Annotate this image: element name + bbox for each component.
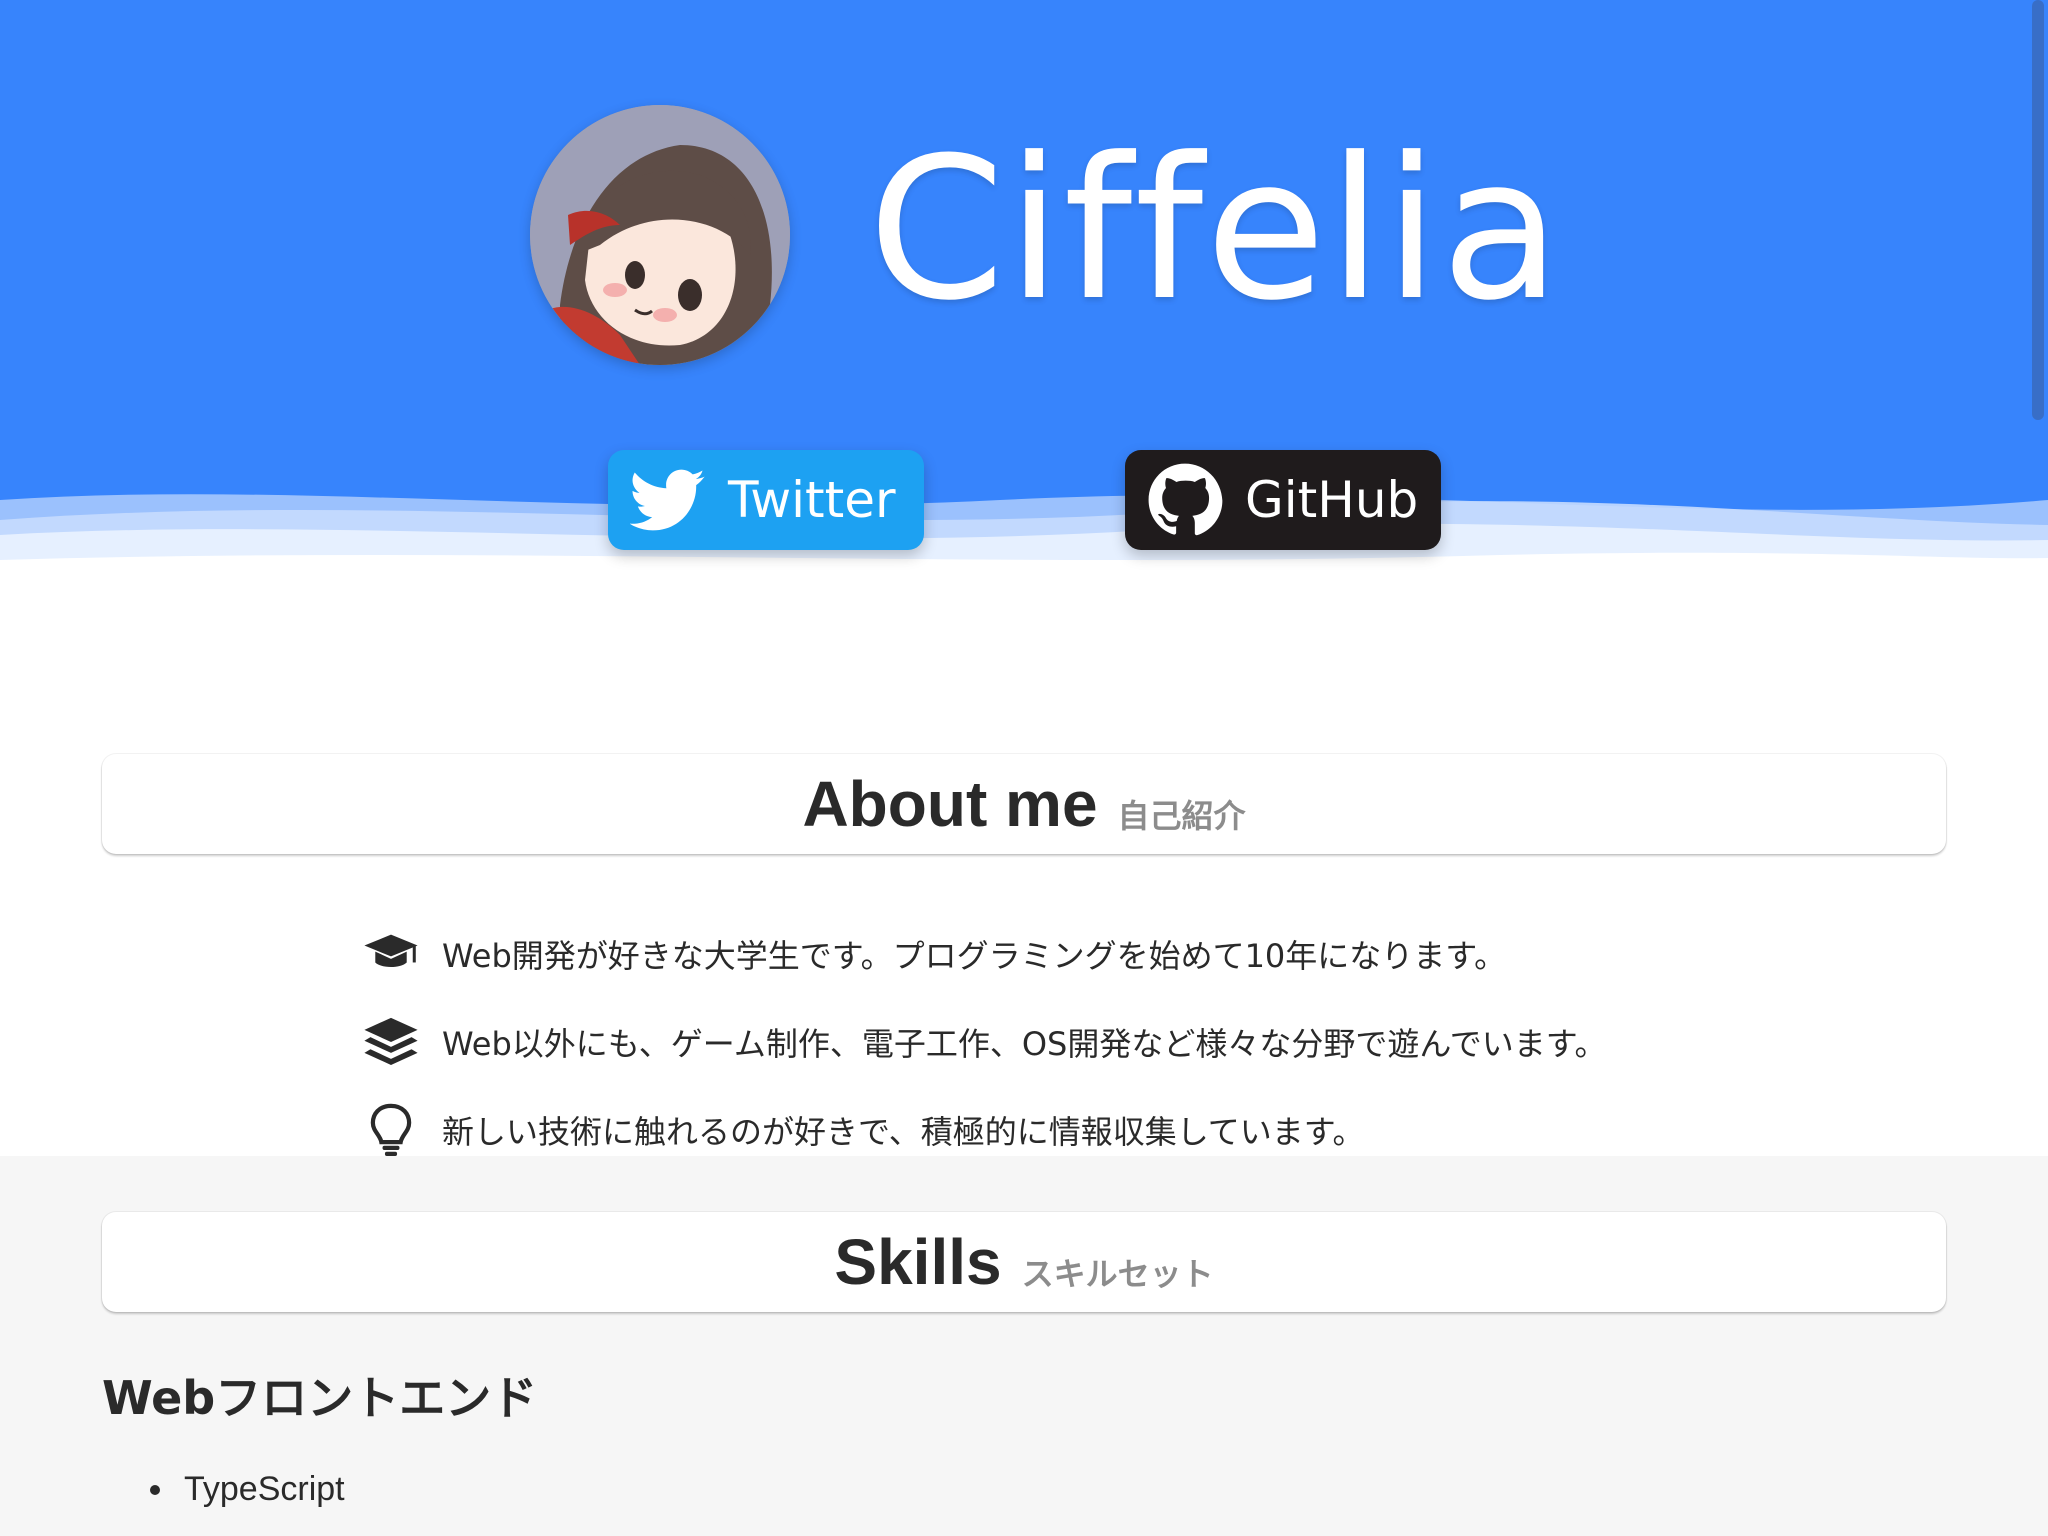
graduation-cap-icon [362, 925, 420, 983]
skills-subtitle: スキルセット [1021, 1255, 1214, 1293]
twitter-button[interactable]: Twitter [608, 450, 924, 550]
lightbulb-icon [362, 1101, 420, 1159]
hero-fade [0, 560, 2048, 640]
about-item: Web以外にも、ゲーム制作、電子工作、OS開発など様々な分野で遊んでいます。 [362, 998, 1607, 1086]
skills-title: Skills [834, 1226, 1002, 1298]
about-item: Web開発が好きな大学生です。プログラミングを始めて10年になります。 [362, 910, 1607, 998]
skill-item: TypeScript [150, 1470, 345, 1509]
layers-icon [362, 1013, 420, 1071]
site-title: Ciffelia [868, 116, 1563, 344]
about-item-text: 新しい技術に触れるのが好きで、積極的に情報収集しています。 [442, 1113, 1365, 1151]
scrollbar-thumb[interactable] [2032, 0, 2044, 420]
avatar-illustration [530, 105, 790, 365]
about-list: Web開発が好きな大学生です。プログラミングを始めて10年になります。 Web以… [362, 910, 1607, 1174]
github-button[interactable]: GitHub [1125, 450, 1441, 550]
about-title: About me [802, 768, 1098, 840]
skills-category-heading: Webフロントエンド [102, 1371, 538, 1425]
about-item-text: Web以外にも、ゲーム制作、電子工作、OS開発など様々な分野で遊んでいます。 [442, 1025, 1607, 1063]
about-subtitle: 自己紹介 [1117, 797, 1246, 835]
github-label: GitHub [1245, 471, 1419, 529]
twitter-bird-icon [630, 462, 706, 538]
skills-header-card: Skills スキルセット [102, 1212, 1946, 1312]
github-octocat-icon [1147, 462, 1223, 538]
about-header-card: About me 自己紹介 [102, 754, 1946, 854]
hero-header: Ciffelia Twitter GitHub [0, 0, 2048, 580]
about-item-text: Web開発が好きな大学生です。プログラミングを始めて10年になります。 [442, 937, 1507, 975]
skills-list: TypeScript [150, 1470, 345, 1509]
avatar [530, 105, 790, 365]
twitter-label: Twitter [728, 471, 896, 529]
